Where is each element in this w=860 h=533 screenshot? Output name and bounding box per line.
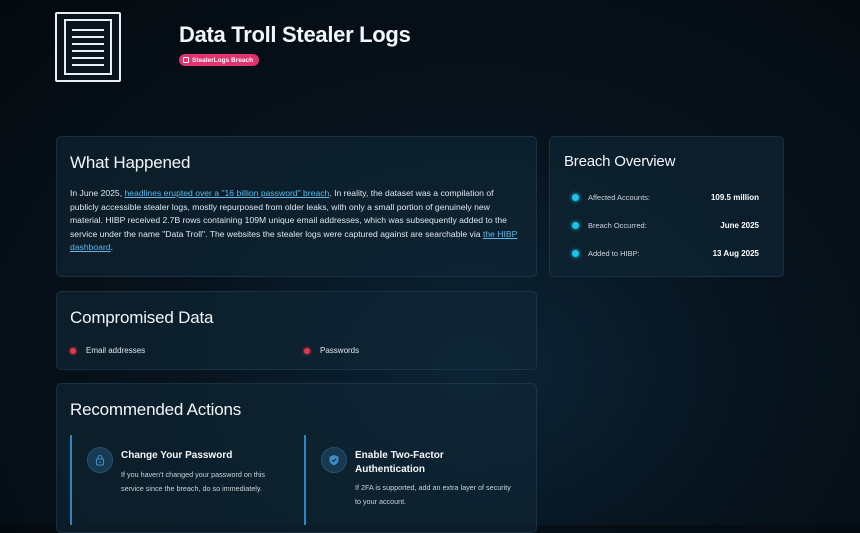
action-description: If you haven't changed your password on … — [121, 470, 266, 493]
compromised-item-label: Passwords — [320, 346, 360, 355]
action-change-password: Change Your Password If you haven't chan… — [70, 435, 282, 525]
action-enable-2fa: Enable Two-Factor Authentication If 2FA … — [304, 435, 516, 525]
headlines-link[interactable]: headlines erupted over a "16 billion pas… — [124, 188, 329, 198]
overview-label: Breach Occurred: — [588, 220, 647, 230]
what-happened-text-part: In June 2025, — [70, 188, 125, 198]
compromised-data-card: Compromised Data Email addresses Passwor… — [56, 291, 537, 370]
red-dot-icon — [304, 347, 310, 354]
action-title: Enable Two-Factor Authentication — [355, 450, 444, 475]
recommended-actions-card: Recommended Actions Change Your Password… — [56, 383, 537, 533]
compromised-data-heading: Compromised Data — [70, 308, 214, 327]
breach-overview-heading: Breach Overview — [564, 153, 676, 170]
document-lines-icon — [64, 19, 112, 75]
what-happened-text-part: . — [110, 242, 114, 252]
overview-label: Affected Accounts: — [588, 192, 650, 202]
overview-row-added-to-hibp: Added to HIBP: 13 Aug 2025 — [572, 246, 759, 260]
overview-value: June 2025 — [720, 220, 759, 230]
shield-icon — [321, 447, 347, 473]
breach-type-badge: StealerLogs Breach — [179, 54, 260, 66]
badge-label: StealerLogs Breach — [192, 56, 254, 64]
status-dot-icon — [572, 249, 579, 257]
compromised-item-passwords: Passwords — [304, 346, 359, 355]
breach-overview-card: Breach Overview Affected Accounts: 109.5… — [549, 136, 784, 277]
what-happened-heading: What Happened — [70, 153, 191, 172]
page-title: Data Troll Stealer Logs — [179, 22, 411, 47]
action-title: Change Your Password — [121, 450, 233, 461]
breach-logo — [55, 12, 121, 82]
recommended-actions-heading: Recommended Actions — [70, 400, 242, 419]
overview-value: 109.5 million — [710, 192, 759, 202]
compromised-item-email: Email addresses — [70, 346, 145, 355]
badge-icon — [183, 57, 189, 63]
compromised-item-label: Email addresses — [86, 346, 146, 355]
status-dot-icon — [572, 193, 579, 201]
red-dot-icon — [70, 347, 76, 354]
what-happened-card: What Happened In June 2025, headlines er… — [56, 136, 537, 277]
status-dot-icon — [572, 221, 579, 229]
overview-value: 13 Aug 2025 — [712, 248, 759, 258]
what-happened-text: In June 2025, headlines erupted over a "… — [70, 187, 523, 255]
lock-icon — [87, 447, 113, 473]
overview-row-affected-accounts: Affected Accounts: 109.5 million — [572, 190, 759, 204]
action-description: If 2FA is supported, add an extra layer … — [355, 483, 511, 506]
overview-label: Added to HIBP: — [588, 248, 640, 258]
overview-row-breach-occurred: Breach Occurred: June 2025 — [572, 218, 759, 232]
